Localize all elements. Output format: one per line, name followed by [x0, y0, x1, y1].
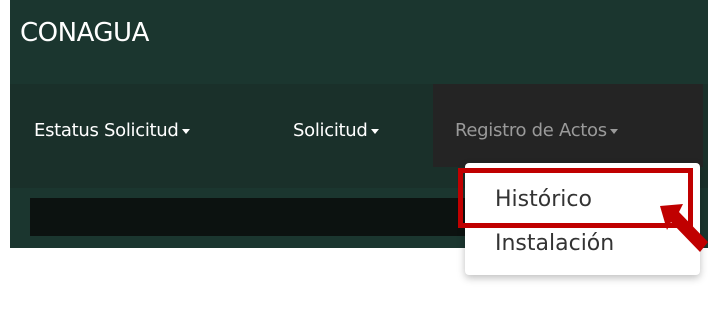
brand-title[interactable]: CONAGUA	[20, 18, 149, 48]
chevron-down-icon	[181, 128, 190, 134]
content-bar	[30, 198, 470, 236]
nav-menu-registro-de-actos[interactable]: Registro de Actos	[455, 120, 618, 141]
nav-menu-label: Solicitud	[293, 120, 368, 141]
page: CONAGUA Estatus Solicitud Solicitud Regi…	[0, 0, 708, 313]
nav-menu-label: Estatus Solicitud	[34, 120, 179, 141]
nav-menu-label: Registro de Actos	[455, 120, 607, 141]
chevron-down-icon	[609, 128, 618, 134]
nav-menu-solicitud[interactable]: Solicitud	[293, 120, 379, 141]
chevron-down-icon	[370, 128, 379, 134]
nav-menu-estatus-solicitud[interactable]: Estatus Solicitud	[34, 120, 190, 141]
menu-item-instalacion[interactable]: Instalación	[495, 231, 614, 256]
arrow-pointer-icon	[660, 204, 708, 252]
